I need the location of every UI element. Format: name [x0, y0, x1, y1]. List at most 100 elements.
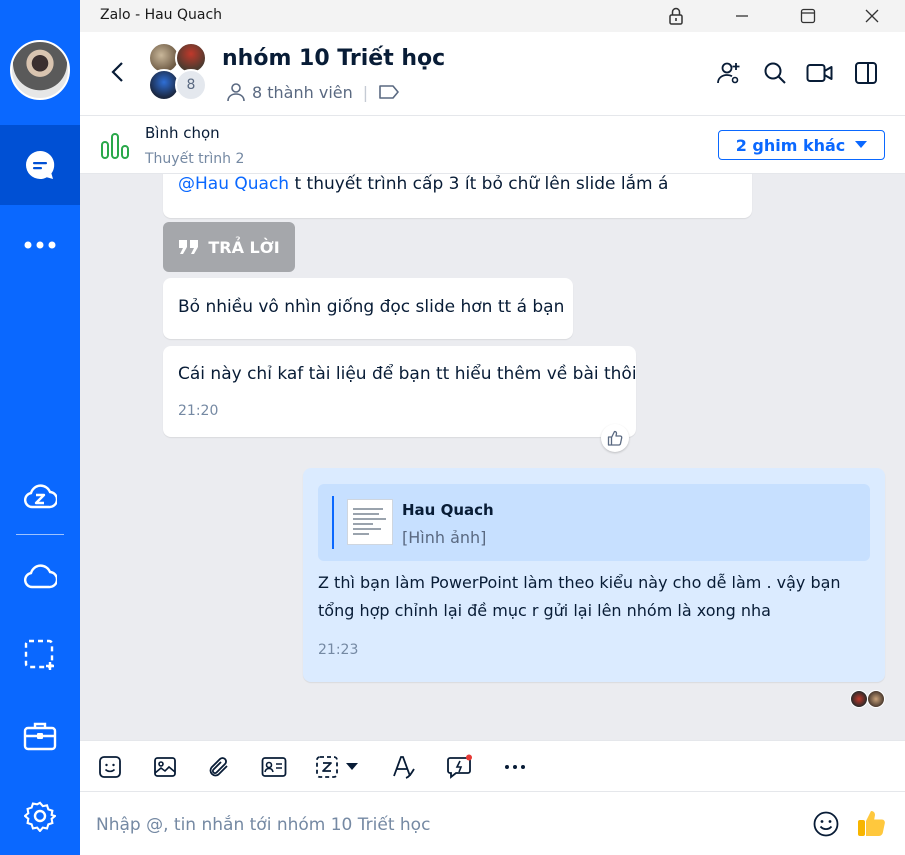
group-name[interactable]: nhóm 10 Triết học — [222, 46, 445, 71]
text-format-icon — [393, 756, 415, 779]
screenshot-tab[interactable] — [0, 615, 80, 695]
message-bubble[interactable]: Bỏ nhiều vô nhìn giống đọc slide hơn tt … — [163, 278, 573, 339]
caret-down-icon — [346, 763, 358, 770]
my-message-bubble[interactable]: Hau Quach [Hình ảnh] Z thì bạn làm Power… — [303, 468, 885, 682]
user-avatar[interactable] — [10, 40, 70, 100]
text-format-button[interactable] — [391, 753, 419, 781]
emoji-icon — [813, 811, 839, 837]
lock-button[interactable] — [654, 0, 698, 32]
sidebar-panel-icon — [855, 62, 877, 84]
quote-text: [Hình ảnh] — [402, 528, 487, 547]
search-button[interactable] — [760, 58, 790, 88]
more-dots-icon — [24, 241, 56, 249]
video-call-button[interactable] — [805, 58, 835, 88]
video-camera-icon — [806, 64, 833, 82]
message-text-line: Z thì bạn làm PowerPoint làm theo kiểu n… — [318, 573, 841, 592]
pinned-subtitle: Thuyết trình 2 — [145, 151, 245, 167]
zcloud-icon — [23, 484, 57, 509]
messages-tab[interactable] — [0, 125, 80, 205]
pinned-title: Bình chọn — [145, 124, 220, 142]
message-list[interactable]: @Hau Quach t thuyết trình cấp 3 ít bỏ ch… — [80, 174, 905, 740]
message-text: Cái này chỉ kaf tài liệu để bạn tt hiểu … — [178, 364, 637, 384]
caret-down-icon — [855, 141, 868, 148]
sticker-icon — [99, 756, 121, 778]
window-titlebar: Zalo - Hau Quach — [80, 0, 905, 32]
quick-like-button[interactable] — [856, 807, 888, 839]
chat-bubble-icon — [26, 150, 55, 179]
composer-toolbar — [80, 740, 905, 792]
cloud-icon — [23, 564, 57, 589]
message-input[interactable] — [96, 810, 796, 840]
more-dots-icon — [505, 765, 525, 769]
more-tools-button[interactable] — [501, 753, 529, 781]
more-tab[interactable] — [0, 205, 80, 285]
lock-icon — [669, 7, 683, 25]
message-text: @Hau Quach t thuyết trình cấp 3 ít bỏ ch… — [178, 174, 668, 194]
contact-card-icon — [261, 757, 287, 777]
member-count-badge: 8 — [175, 69, 207, 101]
pinned-message-bar[interactable]: Bình chọn Thuyết trình 2 2 ghim khác — [80, 116, 905, 174]
quoted-image-thumbnail — [347, 499, 393, 545]
quote-author: Hau Quach — [402, 501, 494, 519]
message-time: 21:23 — [318, 642, 359, 658]
left-sidebar — [0, 0, 80, 855]
add-user-icon — [717, 62, 740, 84]
cloud-tab[interactable] — [0, 537, 80, 617]
chevron-left-icon — [111, 62, 123, 82]
quote-bar — [332, 496, 334, 549]
maximize-button[interactable] — [786, 0, 830, 32]
reply-button[interactable]: TRẢ LỜI — [163, 222, 295, 272]
maximize-icon — [800, 8, 816, 24]
seen-avatar — [867, 690, 885, 708]
conversation-info-button[interactable] — [851, 58, 881, 88]
more-pins-button[interactable]: 2 ghim khác — [718, 130, 885, 160]
more-pins-label: 2 ghim khác — [735, 135, 846, 155]
seen-avatar — [850, 690, 868, 708]
window-title: Zalo - Hau Quach — [100, 7, 223, 23]
message-composer — [80, 792, 905, 855]
thumbs-up-icon — [858, 811, 885, 836]
quote-icon — [179, 240, 199, 254]
message-text: Bỏ nhiều vô nhìn giống đọc slide hơn tt … — [178, 297, 565, 317]
gear-icon — [24, 801, 56, 832]
zcloud-tab[interactable] — [0, 457, 80, 537]
minimize-button[interactable] — [720, 0, 764, 32]
message-bubble[interactable]: @Hau Quach t thuyết trình cấp 3 ít bỏ ch… — [163, 174, 752, 218]
minimize-icon — [736, 15, 748, 17]
rail-divider — [16, 534, 64, 535]
quoted-message[interactable]: Hau Quach [Hình ảnh] — [318, 484, 870, 561]
sticker-button[interactable] — [96, 753, 124, 781]
attach-file-button[interactable] — [205, 753, 233, 781]
poll-chart-icon — [101, 133, 129, 159]
conversation-header: 8 nhóm 10 Triết học 8 thành viên | — [80, 32, 905, 116]
screenshot-icon — [24, 639, 54, 670]
image-button[interactable] — [151, 753, 179, 781]
add-member-button[interactable] — [714, 58, 744, 88]
message-bubble[interactable]: Cái này chỉ kaf tài liệu để bạn tt hiểu … — [163, 346, 637, 437]
back-button[interactable] — [104, 58, 132, 86]
emoji-button[interactable] — [812, 810, 840, 838]
meta-divider: | — [362, 82, 369, 102]
thumbs-up-icon — [607, 430, 623, 446]
paperclip-icon — [209, 757, 228, 777]
members-label: 8 thành viên — [252, 82, 353, 102]
search-icon — [764, 62, 786, 84]
screenshot-z-icon — [316, 756, 338, 778]
message-time: 21:20 — [178, 403, 219, 419]
contact-card-button[interactable] — [260, 753, 288, 781]
urgent-message-button[interactable] — [446, 753, 474, 781]
image-icon — [154, 757, 176, 777]
tag-icon[interactable] — [378, 84, 400, 100]
screenshot-button[interactable] — [315, 753, 365, 781]
urgent-chat-icon — [447, 754, 472, 779]
person-icon — [227, 83, 245, 102]
briefcase-icon — [23, 722, 57, 751]
reply-label: TRẢ LỜI — [208, 237, 280, 257]
close-button[interactable] — [850, 0, 894, 32]
toolbox-tab[interactable] — [0, 696, 80, 776]
message-body: t thuyết trình cấp 3 ít bỏ chữ lên slide… — [289, 174, 669, 194]
react-button[interactable] — [601, 424, 629, 452]
settings-tab[interactable] — [0, 776, 80, 855]
mention-link[interactable]: @Hau Quach — [178, 174, 289, 194]
group-members[interactable]: 8 thành viên | — [226, 82, 400, 102]
